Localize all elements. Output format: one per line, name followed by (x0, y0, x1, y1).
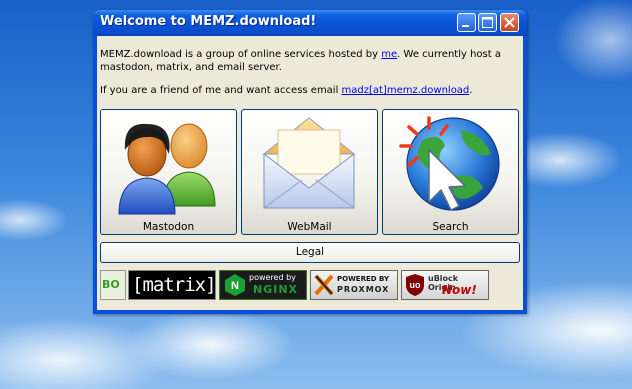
close-button[interactable] (500, 13, 519, 32)
users-icon (118, 123, 216, 215)
svg-text:N: N (231, 280, 239, 292)
nginx-icon: N (225, 274, 245, 296)
nginx-badge[interactable]: N powered by NGINX (219, 270, 307, 300)
legal-button[interactable]: Legal (100, 242, 520, 263)
mastodon-tile[interactable]: Mastodon (100, 109, 237, 235)
ublock-shield-icon: uo (406, 274, 424, 296)
intro-text-1: MEMZ.download is a group of online servi… (100, 49, 382, 60)
mastodon-label: Mastodon (142, 221, 195, 233)
globe-cursor-icon (399, 116, 500, 211)
webmail-tile[interactable]: WebMail (241, 109, 378, 235)
ublock-badge[interactable]: uo uBlock Origin Now! (401, 270, 489, 300)
proxmox-icon (314, 274, 334, 296)
minimize-button[interactable] (457, 13, 476, 32)
close-icon (504, 17, 515, 28)
badge-first-text: BO (102, 278, 120, 291)
intro-text: MEMZ.download is a group of online servi… (100, 48, 510, 107)
intro-text-4: . (469, 85, 473, 96)
proxmox-top-text: POWERED BY (337, 275, 390, 283)
maximize-button[interactable] (478, 13, 497, 32)
search-tile[interactable]: Search (382, 109, 519, 235)
intro-paragraph-2: If you are a friend of me and want acces… (100, 84, 510, 97)
window-content: MEMZ.download is a group of online servi… (97, 36, 523, 310)
matrix-badge[interactable]: [matrix] (128, 270, 217, 300)
title-bar[interactable]: Welcome to MEMZ.download! (93, 10, 527, 36)
proxmox-bottom-text: PROXMOX (337, 285, 390, 294)
app-window: Welcome to MEMZ.download! MEMZ.download … (93, 10, 527, 314)
svg-text:uo: uo (410, 280, 421, 290)
envelope-icon (262, 117, 356, 209)
nginx-bottom-text: NGINX (253, 283, 299, 296)
proxmox-badge[interactable]: POWERED BY PROXMOX (310, 270, 398, 300)
email-link[interactable]: madz[at]memz.download (342, 85, 470, 96)
intro-text-3: If you are a friend of me and want acces… (100, 85, 342, 96)
badge-first[interactable]: BO (100, 270, 126, 300)
ublock-bottom-text: Now! (442, 283, 477, 297)
me-link[interactable]: me (381, 49, 397, 60)
matrix-text: [matrix] (132, 274, 217, 296)
maximize-icon (482, 17, 493, 28)
webmail-label: WebMail (287, 221, 332, 233)
window-title: Welcome to MEMZ.download! (100, 14, 317, 29)
minimize-icon (462, 25, 469, 27)
search-label: Search (432, 221, 469, 233)
intro-paragraph-1: MEMZ.download is a group of online servi… (100, 48, 510, 74)
nginx-top-text: powered by (249, 273, 296, 282)
